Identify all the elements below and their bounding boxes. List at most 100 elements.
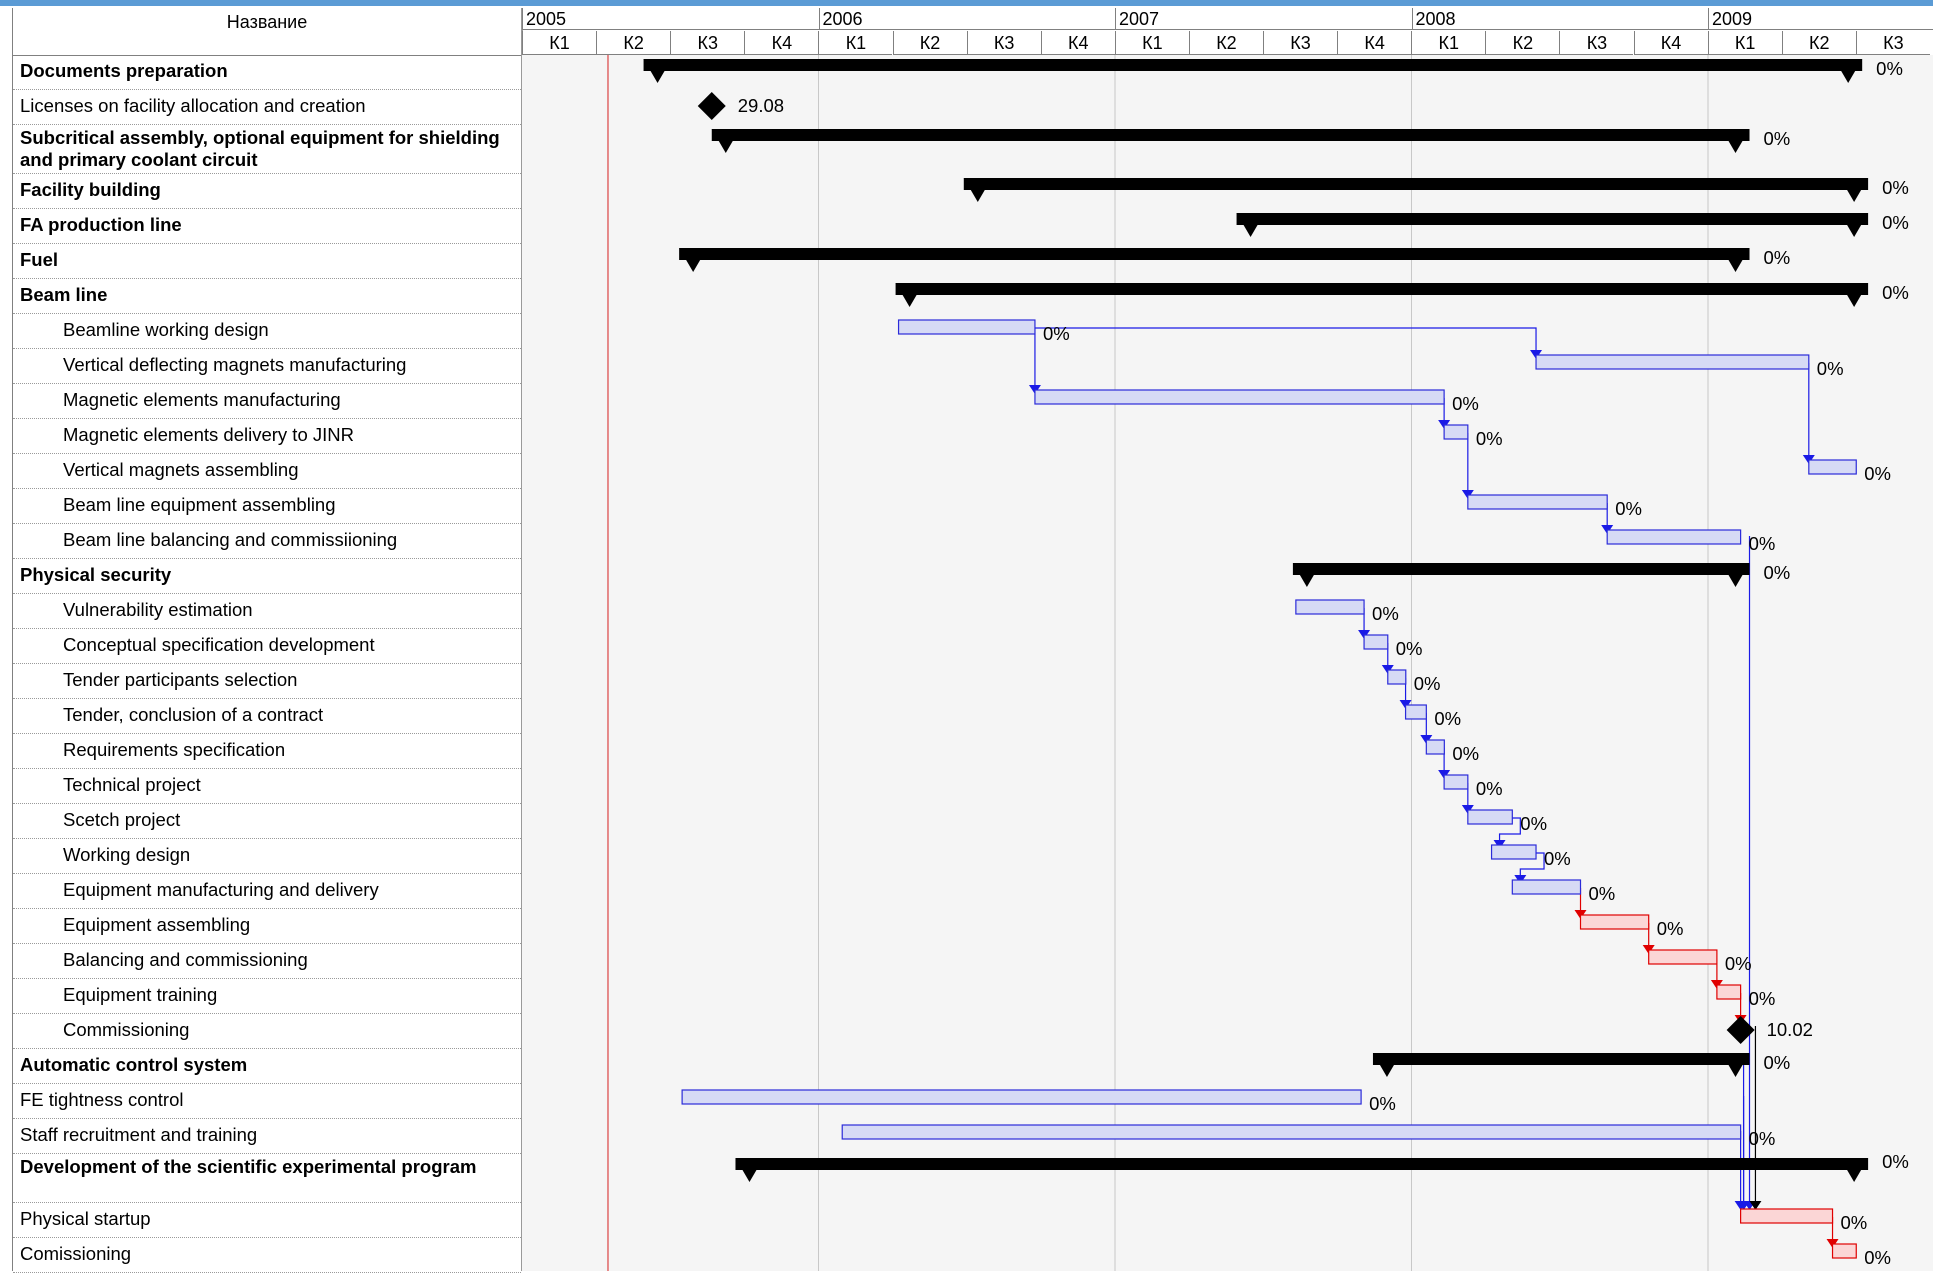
task-progress-label: 0% [1544,848,1571,869]
task-name: Commissioning [63,1019,190,1040]
task-bar [1443,774,1469,790]
timescale-quarter: К1 [1707,31,1782,55]
timescale-quarter: К4 [1337,31,1412,55]
task-row[interactable]: Subcritical assembly, optional equipment… [13,125,521,174]
task-progress-label: 0% [1452,743,1479,764]
task-bar [897,319,1036,335]
task-row[interactable]: Tender, conclusion of a contract [13,699,521,734]
task-name: FA production line [20,214,182,235]
task-bar [1363,634,1389,650]
task-name: Vertical magnets assembling [63,459,299,480]
summary-bar [895,283,1869,295]
task-progress-label: 0% [1749,988,1776,1009]
gantt-svg: 0% 29.08 0% 0% 0% 0% 0% 0% 0% 0% 0% 0% 0% 0% 0% 0% 0% 0% 0… [607,55,1909,1271]
task-row[interactable]: Vertical deflecting magnets manufacturin… [13,349,521,384]
task-progress-label: 0% [1589,883,1616,904]
task-progress-label: 0% [1725,953,1752,974]
timescale-year: 2007 [1115,8,1412,30]
task-name: Equipment training [63,984,218,1005]
timescale-quarter: К2 [892,31,967,55]
task-name-table: Название Documents preparation Licenses o… [12,8,523,1273]
summary-progress-label: 0% [1882,282,1909,303]
task-row[interactable]: Licenses on facility allocation and crea… [13,90,521,125]
task-name: Requirements specification [63,739,286,760]
task-row[interactable]: Fuel [13,244,521,279]
summary-bar [1236,213,1869,225]
task-bar [1425,739,1445,755]
timescale-quarter: К3 [670,31,745,55]
task-row[interactable]: Equipment assembling [13,909,521,944]
task-row[interactable]: Technical project [13,769,521,804]
timescale-quarter: К1 [818,31,893,55]
summary-progress-label: 0% [1876,58,1903,79]
task-progress-label: 0% [1864,1247,1891,1268]
task-progress-label: 0% [1396,638,1423,659]
task-row[interactable]: Working design [13,839,521,874]
task-row[interactable]: FE tightness control [13,1084,521,1119]
task-row[interactable]: Magnetic elements delivery to JINR [13,419,521,454]
task-row[interactable]: Requirements specification [13,734,521,769]
milestone-diamond [1726,1016,1755,1044]
summary-bar [679,248,1750,260]
task-progress-label: 0% [1414,673,1441,694]
task-name: Scetch project [63,809,181,830]
task-bar [1467,809,1513,825]
task-row[interactable]: Equipment training [13,979,521,1014]
task-row[interactable]: Facility building [13,174,521,209]
task-row[interactable]: Documents preparation [13,55,521,90]
task-row[interactable]: Scetch project [13,804,521,839]
task-name: Conceptual specification development [63,634,375,655]
task-name: Tender, conclusion of a contract [63,704,324,725]
timescale-quarter: К1 [522,31,597,55]
task-row[interactable]: Automatic control system [13,1049,521,1084]
task-name: Documents preparation [20,60,228,81]
task-name: Licenses on facility allocation and crea… [20,95,366,116]
task-row[interactable]: Comissioning [13,1238,521,1273]
milestone-date-label: 29.08 [738,95,784,116]
task-bar [1387,669,1407,685]
task-row[interactable]: Staff recruitment and training [13,1119,521,1154]
critical-task-bar [1740,1208,1834,1224]
task-row[interactable]: Commissioning [13,1014,521,1049]
task-name: Physical startup [20,1208,151,1229]
task-name: FE tightness control [20,1089,184,1110]
task-row[interactable]: Vertical magnets assembling [13,454,521,489]
task-name: Beam line equipment assembling [63,494,336,515]
task-row[interactable]: Tender participants selection [13,664,521,699]
task-row[interactable]: Magnetic elements manufacturing [13,384,521,419]
task-progress-label: 0% [1476,778,1503,799]
task-row[interactable]: Equipment manufacturing and delivery [13,874,521,909]
task-row[interactable]: Beam line [13,279,521,314]
task-row[interactable]: Development of the scientific experiment… [13,1154,521,1203]
critical-task-bar [1579,914,1650,930]
dependency-link [1034,327,1537,352]
task-row[interactable]: FA production line [13,209,521,244]
task-bar [1535,354,1810,370]
task-row[interactable]: Balancing and commissioning [13,944,521,979]
timescale-quarter: К2 [1188,31,1263,55]
summary-bar [1292,563,1750,575]
task-row[interactable]: Beam line balancing and commissiioning [13,524,521,559]
task-progress-label: 0% [1476,428,1503,449]
task-name: Equipment assembling [63,914,251,935]
task-row[interactable]: Conceptual specification development [13,629,521,664]
timescale-year: 2008 [1411,8,1708,30]
task-row[interactable]: Beam line equipment assembling [13,489,521,524]
task-row[interactable]: Vulnerability estimation [13,594,521,629]
task-progress-label: 0% [1372,603,1399,624]
summary-progress-label: 0% [1882,1151,1909,1172]
timescale-quarter: К1 [1411,31,1486,55]
summary-bar [963,178,1869,190]
task-row[interactable]: Physical startup [13,1203,521,1238]
task-row[interactable]: Physical security [13,559,521,594]
task-row[interactable]: Beamline working design [13,314,521,349]
task-progress-label: 0% [1520,813,1547,834]
name-column-header[interactable]: Название [13,8,521,56]
task-name: Balancing and commissioning [63,949,308,970]
summary-bar [1372,1053,1750,1065]
critical-task-bar [1831,1243,1857,1259]
milestone-diamond [697,92,726,120]
task-name: Tender participants selection [63,669,298,690]
task-name: Automatic control system [20,1054,248,1075]
task-name: Magnetic elements manufacturing [63,389,341,410]
